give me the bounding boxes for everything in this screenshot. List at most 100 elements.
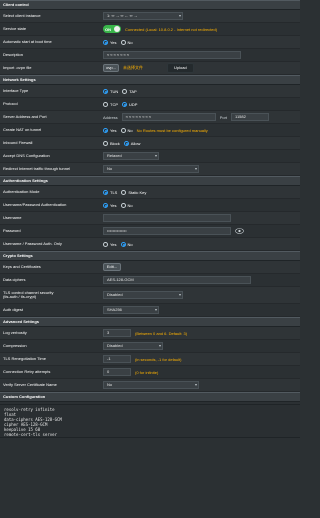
- firewall-allow-radio[interactable]: Allow: [123, 140, 141, 146]
- custom-configuration-textarea[interactable]: resolv-retry infinite float data-ciphers…: [0, 404, 300, 438]
- static-key-radio[interactable]: Static Key: [121, 189, 147, 195]
- toggle-knob: [114, 26, 120, 32]
- accept-dns-select[interactable]: Relaxed: [103, 152, 159, 160]
- create-nat-no-label: No: [127, 127, 133, 133]
- radio-dot: [123, 140, 129, 146]
- conn-retry-note: (0 for infinite): [135, 369, 159, 375]
- address-label: Address: [103, 114, 118, 120]
- radio-dot: [103, 88, 108, 94]
- section-client-control: Client control: [0, 0, 300, 10]
- label-data-ciphers: Data ciphers: [3, 277, 26, 282]
- row-auto-start: Automatic start at boot time Yes No: [0, 36, 300, 49]
- verify-server-cert-select[interactable]: No: [103, 381, 199, 389]
- redirect-internet-select[interactable]: No: [103, 165, 199, 173]
- label-description: Description: [3, 52, 24, 57]
- create-nat-yes-label: Yes: [110, 127, 117, 133]
- row-tls-security: TLS control channel security (tls-auth /…: [0, 287, 300, 304]
- label-tls-security: TLS control channel security (tls-auth /…: [3, 290, 54, 299]
- label-log-verbosity: Log verbosity: [3, 330, 27, 335]
- server-address-input[interactable]: ≈ ≈ ≈ ≈ ≈ ≈ ≈ ≈: [121, 113, 216, 121]
- no-file-chosen-text: 未选择文件: [123, 65, 143, 70]
- label-auth-mode: Authentication Mode: [3, 189, 40, 194]
- tap-radio[interactable]: TAP: [122, 88, 137, 94]
- label-create-nat: Create NAT on tunnel: [3, 127, 42, 132]
- user-pass-no-radio[interactable]: No: [120, 202, 133, 208]
- section-network-settings: Network Settings: [0, 75, 300, 85]
- row-protocol: Protocol TCP UDP: [0, 98, 300, 111]
- port-label: Port: [219, 114, 228, 120]
- radio-dot: [120, 39, 126, 45]
- row-select-instance: Select client instance 1: ∞ → ∞ ← ∞ →: [0, 10, 300, 23]
- static-key-label: Static Key: [128, 189, 147, 195]
- row-interface-type: Interface Type TUN TAP: [0, 85, 300, 98]
- radio-dot: [103, 241, 108, 247]
- label-select-instance: Select client instance: [3, 13, 41, 18]
- row-redirect-internet: Redirect Internet traffic through tunnel…: [0, 163, 300, 176]
- radio-dot: [103, 202, 108, 208]
- tcp-radio[interactable]: TCP: [103, 101, 118, 107]
- udp-radio[interactable]: UDP: [122, 101, 138, 107]
- tls-radio[interactable]: TLS: [103, 189, 118, 195]
- label-interface-type: Interface Type: [3, 88, 29, 93]
- server-port-input[interactable]: 11582: [231, 113, 270, 121]
- service-status-text: Connected (Local: 10.8.0.2 - Internet no…: [125, 26, 218, 32]
- tls-reneg-input[interactable]: -1: [103, 355, 131, 363]
- label-server-address: Server Address and Port: [3, 114, 47, 119]
- label-auto-start: Automatic start at boot time: [3, 39, 52, 44]
- tap-label: TAP: [129, 88, 137, 94]
- password-input[interactable]: ••••••••••••••: [103, 227, 231, 235]
- radio-dot: [122, 88, 128, 94]
- log-verbosity-note: (Between 0 and 6. Default: 3): [135, 330, 188, 336]
- udp-label: UDP: [129, 101, 138, 107]
- label-inbound-firewall: Inbound Firewall: [3, 140, 33, 145]
- conn-retry-input[interactable]: 0: [103, 368, 131, 376]
- user-pass-only-no-radio[interactable]: No: [120, 241, 133, 247]
- row-conn-retry: Connection Retry attempts 0 (0 for infin…: [0, 366, 300, 379]
- service-state-toggle[interactable]: ON: [103, 25, 121, 33]
- row-description: Description ≈ ≈ ≈ ≈ ≈ ≈ ≈: [0, 49, 300, 62]
- tun-radio[interactable]: TUN: [103, 88, 119, 94]
- eye-icon[interactable]: [235, 227, 244, 235]
- label-user-pass-auth: Username/Password Authentication: [3, 202, 67, 207]
- log-verbosity-input[interactable]: 3: [103, 329, 131, 337]
- username-input[interactable]: [103, 214, 231, 222]
- tls-security-select[interactable]: Disabled: [103, 291, 183, 299]
- create-nat-yes-radio[interactable]: Yes: [103, 127, 117, 133]
- section-advanced-settings: Advanced Settings: [0, 317, 300, 327]
- tcp-label: TCP: [110, 101, 118, 107]
- choose-file-button[interactable]: ovp...: [103, 64, 119, 72]
- auto-start-yes-radio[interactable]: Yes: [103, 39, 117, 45]
- description-input[interactable]: ≈ ≈ ≈ ≈ ≈ ≈ ≈: [103, 51, 241, 59]
- openvpn-client-settings-page: Client control Select client instance 1:…: [0, 0, 300, 518]
- label-auth-digest: Auth digest: [3, 307, 24, 312]
- firewall-block-radio[interactable]: Block: [103, 140, 120, 146]
- label-username: Username: [3, 215, 22, 220]
- firewall-block-label: Block: [110, 140, 120, 146]
- user-pass-only-yes-radio[interactable]: Yes: [103, 241, 117, 247]
- label-user-pass-only: Username / Password Auth. Only: [3, 241, 62, 246]
- compression-select[interactable]: Disabled: [103, 342, 163, 350]
- firewall-allow-label: Allow: [130, 140, 141, 146]
- user-pass-yes-radio[interactable]: Yes: [103, 202, 117, 208]
- auto-start-no-radio[interactable]: No: [120, 39, 133, 45]
- create-nat-no-radio[interactable]: No: [120, 127, 133, 133]
- label-import-ovpn: Import .ovpn file: [3, 65, 32, 70]
- radio-dot: [103, 101, 108, 107]
- auto-start-yes-label: Yes: [110, 39, 117, 45]
- upload-button[interactable]: Upload: [167, 63, 194, 73]
- radio-dot: [103, 189, 108, 195]
- row-create-nat: Create NAT on tunnel Yes No No Routes mu…: [0, 124, 300, 137]
- radio-dot: [122, 101, 127, 107]
- row-server-address: Server Address and Port Address ≈ ≈ ≈ ≈ …: [0, 111, 300, 124]
- row-username: Username: [0, 212, 300, 225]
- tun-label: TUN: [110, 88, 119, 94]
- row-compression: Compression Disabled: [0, 340, 300, 353]
- radio-dot: [120, 241, 126, 247]
- edit-keys-button[interactable]: Edit...: [103, 263, 121, 271]
- tls-label: TLS: [110, 189, 118, 195]
- client-instance-select[interactable]: 1: ∞ → ∞ ← ∞ →: [103, 12, 183, 20]
- radio-dot: [120, 202, 126, 208]
- radio-dot: [120, 127, 126, 133]
- auth-digest-select[interactable]: SHA256: [103, 306, 159, 314]
- data-ciphers-input[interactable]: AES-128-GCM: [103, 276, 251, 284]
